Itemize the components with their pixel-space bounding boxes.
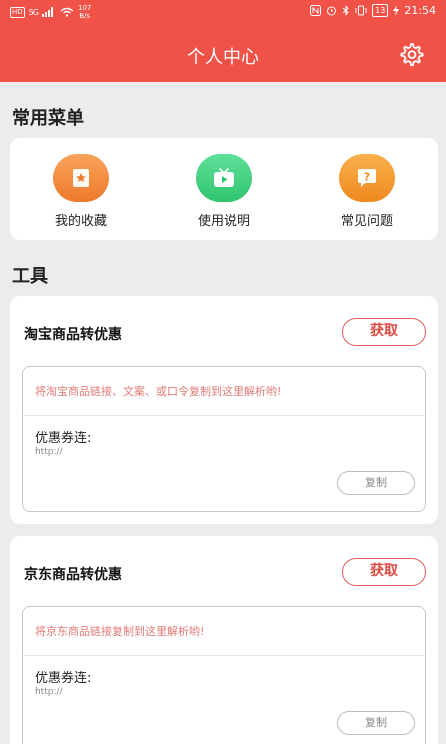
common-menu-card: 我的收藏 使用说明 ? 常见问题: [10, 138, 438, 240]
favorites-icon-circle: [53, 154, 109, 202]
instructions-icon-circle: [196, 154, 252, 202]
speed-value: 107: [77, 4, 92, 12]
jd-coupon-label: 优惠券连:: [35, 671, 92, 686]
menu-item-instructions[interactable]: 使用说明: [164, 154, 284, 229]
menu-label-instructions: 使用说明: [197, 214, 250, 229]
battery-level: 13: [372, 4, 389, 17]
network-speed: 107 B/s: [78, 4, 91, 20]
taobao-coupon-url: http://: [35, 447, 63, 457]
jd-coupon-url: http://: [35, 687, 63, 697]
jd-input-box[interactable]: 将京东商品链接复制到这里解析哟! 优惠券连: http:// 复制: [22, 606, 426, 744]
signal-bars-icon: [41, 7, 53, 17]
tools-title: 工具: [12, 266, 48, 287]
page-title: 个人中心: [187, 47, 259, 68]
wifi-icon: [60, 7, 74, 17]
tv-play-icon: [214, 168, 234, 187]
clock: 21:54: [404, 4, 436, 17]
speed-unit: B/s: [79, 12, 91, 20]
status-left: HD 5G 107 B/s: [10, 4, 91, 20]
jd-placeholder[interactable]: 将京东商品链接复制到这里解析哟!: [35, 623, 204, 639]
taobao-card-title: 淘宝商品转优惠: [24, 327, 122, 343]
jd-card-title: 京东商品转优惠: [24, 567, 122, 583]
taobao-tool-card: 淘宝商品转优惠 获取 将淘宝商品链接、文案、或口令复制到这里解析哟! 优惠券连:…: [10, 296, 438, 524]
star-bookmark-icon: [73, 169, 89, 187]
taobao-divider: [23, 415, 425, 416]
menu-label-favorites: 我的收藏: [54, 214, 107, 229]
jd-divider: [23, 655, 425, 656]
taobao-placeholder[interactable]: 将淘宝商品链接、文案、或口令复制到这里解析哟!: [35, 383, 281, 399]
menu-item-faq[interactable]: ? 常见问题: [307, 154, 427, 229]
signal-type: 5G: [28, 7, 39, 17]
taobao-copy-button[interactable]: 复制: [337, 471, 415, 495]
app-header: 个人中心: [0, 24, 446, 82]
faq-icon-circle: ?: [339, 154, 395, 202]
taobao-input-box[interactable]: 将淘宝商品链接、文案、或口令复制到这里解析哟! 优惠券连: http:// 复制: [22, 366, 426, 512]
jd-get-button[interactable]: 获取: [342, 558, 426, 586]
common-menu-title: 常用菜单: [12, 108, 84, 129]
menu-label-faq: 常见问题: [340, 214, 393, 229]
taobao-get-button[interactable]: 获取: [342, 318, 426, 346]
vibrate-icon: [355, 5, 367, 16]
taobao-coupon-label: 优惠券连:: [35, 431, 92, 446]
svg-text:?: ?: [364, 171, 370, 184]
status-bar: HD 5G 107 B/s 13 21:54: [0, 0, 446, 24]
jd-tool-card: 京东商品转优惠 获取 将京东商品链接复制到这里解析哟! 优惠券连: http:/…: [10, 536, 438, 744]
jd-copy-button[interactable]: 复制: [337, 711, 415, 735]
nfc-icon: [310, 5, 322, 16]
menu-item-favorites[interactable]: 我的收藏: [21, 154, 141, 229]
status-right: 13 21:54: [310, 4, 436, 17]
alarm-icon: [327, 6, 337, 16]
charging-icon: [393, 5, 400, 16]
gear-icon: [400, 43, 424, 67]
bluetooth-icon: [342, 5, 349, 16]
question-bubble-icon: ?: [358, 169, 376, 187]
hd-badge: HD: [10, 6, 25, 18]
settings-button[interactable]: [398, 41, 424, 67]
